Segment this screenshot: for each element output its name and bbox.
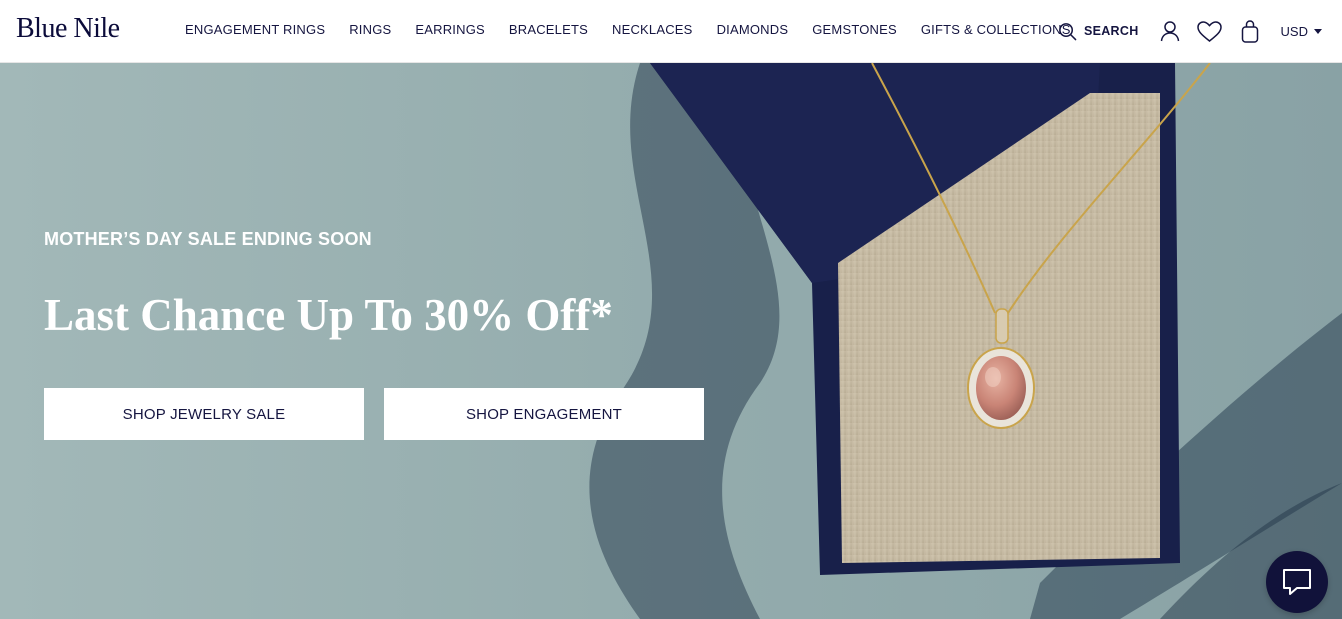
search-icon <box>1059 22 1077 40</box>
wishlist-heart-icon <box>1197 20 1222 42</box>
chevron-down-icon <box>1314 28 1322 34</box>
shopping-bag-button[interactable] <box>1237 18 1263 44</box>
nav-item-gemstones[interactable]: GEMSTONES <box>812 22 897 37</box>
search-button[interactable]: SEARCH <box>1058 22 1139 41</box>
hero-banner: MOTHER’S DAY SALE ENDING SOON Last Chanc… <box>0 63 1342 619</box>
hero-headline: Last Chance Up To 30% Off* <box>44 290 613 340</box>
chat-button[interactable] <box>1266 551 1328 613</box>
shop-engagement-button[interactable]: SHOP ENGAGEMENT <box>384 388 704 440</box>
hero-eyebrow: MOTHER’S DAY SALE ENDING SOON <box>44 229 372 249</box>
search-label: SEARCH <box>1083 24 1139 38</box>
site-header: Blue Nile ENGAGEMENT RINGS RINGS EARRING… <box>0 0 1342 63</box>
brand-logo[interactable]: Blue Nile <box>16 13 120 45</box>
nav-item-necklaces[interactable]: NECKLACES <box>612 22 693 37</box>
hero-necklace-image <box>0 63 1342 619</box>
nav-item-diamonds[interactable]: DIAMONDS <box>717 22 789 37</box>
wishlist-button[interactable] <box>1197 18 1223 44</box>
currency-selector[interactable]: USD <box>1281 24 1322 39</box>
nav-item-rings[interactable]: RINGS <box>349 22 391 37</box>
chat-bubble-icon <box>1283 569 1311 595</box>
shop-jewelry-sale-button[interactable]: SHOP JEWELRY SALE <box>44 388 364 440</box>
currency-value: USD <box>1280 23 1308 39</box>
shopping-bag-icon <box>1241 19 1258 43</box>
main-nav: ENGAGEMENT RINGS RINGS EARRINGS BRACELET… <box>185 22 1071 37</box>
account-button[interactable] <box>1157 18 1183 44</box>
header-utilities: SEARCH USD <box>1058 16 1322 46</box>
nav-item-bracelets[interactable]: BRACELETS <box>509 22 588 37</box>
nav-item-earrings[interactable]: EARRINGS <box>415 22 485 37</box>
nav-item-engagement-rings[interactable]: ENGAGEMENT RINGS <box>185 22 325 37</box>
nav-item-gifts-collections[interactable]: GIFTS & COLLECTIONS <box>921 22 1071 37</box>
account-icon <box>1160 21 1179 42</box>
